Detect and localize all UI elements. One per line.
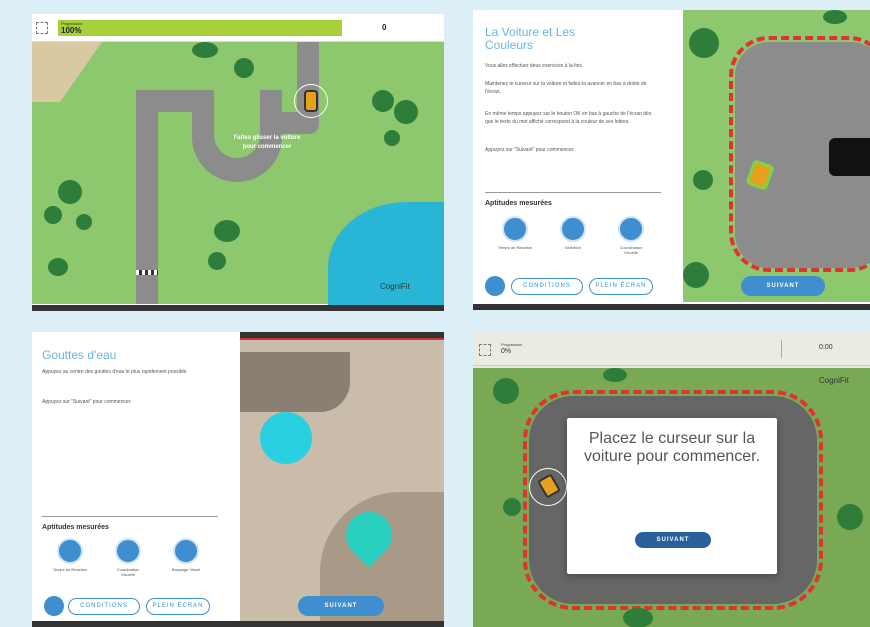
hand-icon — [57, 538, 83, 564]
cognifit-logo: CogniFit — [380, 282, 410, 291]
skill-visual-coordination: Coordination Visuelle — [110, 538, 146, 577]
footer-strip — [473, 304, 870, 310]
sound-icon[interactable] — [485, 276, 505, 296]
instruction-p1: Appuyez au centre des gouttes d'eau le p… — [42, 369, 188, 375]
modal-text: Placez le curseur sur la voiture pour co… — [583, 430, 761, 465]
hand-icon — [502, 216, 528, 242]
terrain-patch — [240, 352, 350, 412]
drag-hint-text: Faites glisser la voiture pour commencer — [233, 135, 301, 150]
progress-label-small: Progression — [501, 342, 523, 347]
instructions-column: La Voiture et Les Couleurs Vous allez ef… — [473, 10, 683, 310]
tree — [234, 58, 254, 78]
fullscreen-button[interactable]: PLEIN ÉCRAN — [589, 278, 653, 295]
tree — [394, 100, 418, 124]
top-dark-bar — [240, 332, 444, 340]
tree — [192, 42, 218, 58]
fullscreen-button[interactable]: PLEIN ÉCRAN — [146, 598, 210, 615]
instruction-p3: En même temps appuyez sur le bouton OK e… — [485, 111, 652, 125]
water-drop[interactable] — [260, 412, 312, 464]
next-button[interactable]: SUIVANT — [298, 596, 384, 616]
dirt-patch — [32, 42, 102, 102]
conditions-button[interactable]: CONDITIONS — [511, 278, 583, 295]
tree — [372, 90, 394, 112]
car-icon[interactable] — [304, 90, 318, 112]
glasses-icon — [173, 538, 199, 564]
skill-visual-coordination: Coordination Visuelle — [613, 216, 649, 255]
next-button[interactable]: SUIVANT — [635, 532, 711, 548]
footer-strip — [32, 305, 444, 311]
skill-reaction-time: Temps de Réaction — [497, 216, 533, 250]
progress-value: 0% — [501, 348, 512, 355]
instruction-p1: Vous allez effectuer deux exercices à la… — [485, 63, 584, 69]
word-box — [829, 138, 870, 176]
game-field: Faites glisser la voiture pour commencer… — [32, 42, 444, 311]
tree — [48, 258, 68, 276]
tree — [603, 368, 627, 382]
panel-car-drag-game: Progression 100% 0 Faites glisser la voi… — [32, 14, 444, 311]
tree — [689, 28, 719, 58]
instruction-p2: Appuyez sur "Suivant" pour commencer. — [42, 399, 132, 405]
divider — [485, 192, 661, 193]
eye-icon — [115, 538, 141, 564]
panel-car-start-modal: Progression 0% 0:00 CogniFit Placez le c… — [473, 332, 870, 627]
top-bar: Progression 0% 0:00 — [473, 332, 870, 366]
fullscreen-icon[interactable] — [479, 344, 491, 356]
tree — [58, 180, 82, 204]
game-field: SUIVANT — [240, 332, 444, 621]
divider — [42, 516, 218, 517]
tree — [208, 252, 226, 270]
start-modal: Placez le curseur sur la voiture pour co… — [567, 418, 777, 574]
tree — [44, 206, 62, 224]
instruction-p2: Maintenez le curseur sur la voiture et f… — [485, 81, 647, 95]
eye-icon — [618, 216, 644, 242]
tree — [623, 608, 653, 627]
lake — [328, 202, 444, 311]
instruction-p4: Appuyez sur "Suivant" pour commencer. — [485, 147, 575, 153]
page-title: Gouttes d'eau — [42, 348, 117, 362]
sound-icon[interactable] — [44, 596, 64, 616]
arrows-icon — [560, 216, 586, 242]
tree — [384, 130, 400, 146]
finish-line — [136, 270, 158, 275]
instructions-column: Gouttes d'eau Appuyez au centre des gout… — [32, 332, 240, 627]
skill-inhibition: Inhibition — [555, 216, 591, 250]
progress-bar: Progression 100% — [58, 20, 342, 36]
conditions-button[interactable]: CONDITIONS — [68, 598, 140, 615]
next-button[interactable]: SUIVANT — [741, 276, 825, 296]
tree — [503, 498, 521, 516]
panel-car-colors-instructions: La Voiture et Les Couleurs Vous allez ef… — [473, 10, 870, 310]
score-display: 0 — [382, 23, 387, 32]
tree — [683, 262, 709, 288]
progress-fill — [58, 20, 342, 36]
timer-display: 0:00 — [819, 344, 833, 351]
fullscreen-icon[interactable] — [36, 22, 48, 34]
tree — [823, 10, 847, 24]
page-title: La Voiture et Les Couleurs — [485, 25, 576, 52]
tree — [76, 214, 92, 230]
game-field: SUIVANT — [683, 10, 870, 302]
top-bar: Progression 100% 0 — [32, 14, 444, 42]
tree — [837, 504, 863, 530]
skills-heading: Aptitudes mesurées — [42, 524, 109, 531]
skill-visual-scanning: Balayage Visuel — [168, 538, 204, 572]
tree — [693, 170, 713, 190]
cognifit-logo: CogniFit — [819, 376, 849, 385]
skills-heading: Aptitudes mesurées — [485, 200, 552, 207]
footer-strip — [32, 621, 444, 627]
road-top-left — [136, 90, 196, 112]
game-field: CogniFit Placez le curseur sur la voitur… — [473, 368, 870, 627]
panel-water-drops-instructions: Gouttes d'eau Appuyez au centre des gout… — [32, 332, 444, 627]
tree — [214, 220, 240, 242]
divider — [781, 340, 782, 358]
tree — [493, 378, 519, 404]
progress-value: 100% — [61, 26, 82, 35]
skill-reaction-time: Temps de Réaction — [52, 538, 88, 572]
